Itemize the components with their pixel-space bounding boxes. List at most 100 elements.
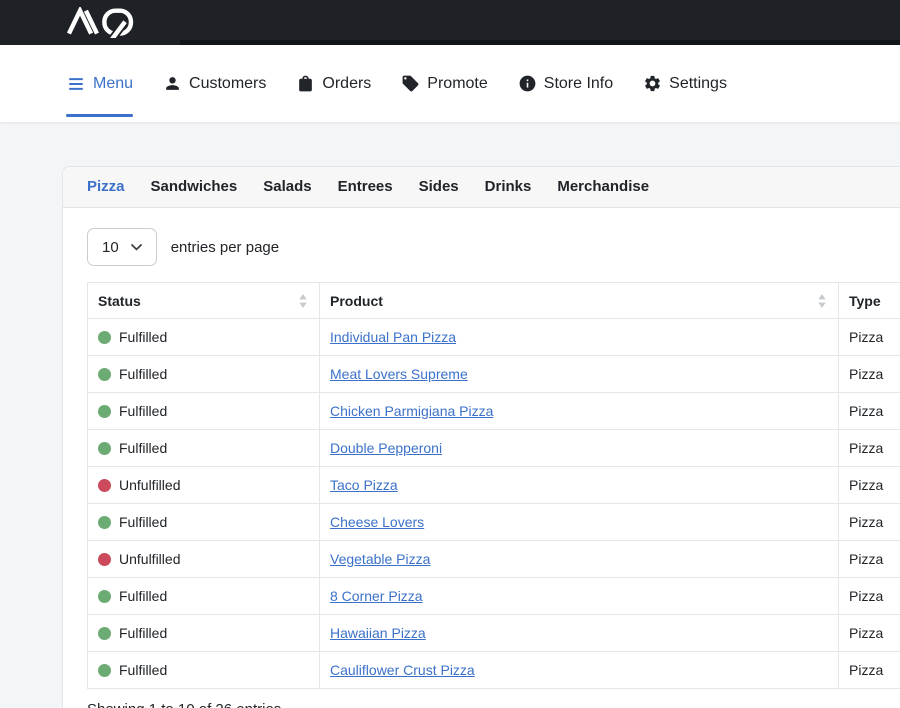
main-nav: Menu Customers Orders Promote Store Info… xyxy=(0,45,900,122)
product-link[interactable]: Chicken Parmigiana Pizza xyxy=(330,403,493,419)
type-cell: Pizza xyxy=(839,541,900,578)
status-label: Fulfilled xyxy=(119,366,167,382)
product-link[interactable]: Taco Pizza xyxy=(330,477,398,493)
column-header-status[interactable]: Status xyxy=(88,283,320,319)
tab-drinks[interactable]: Drinks xyxy=(485,177,532,197)
tab-salads[interactable]: Salads xyxy=(263,177,311,197)
status-label: Fulfilled xyxy=(119,662,167,678)
entries-per-page-select[interactable]: 10 xyxy=(87,228,157,266)
column-header-label: Product xyxy=(330,293,383,309)
product-link[interactable]: Cauliflower Crust Pizza xyxy=(330,662,475,678)
product-link[interactable]: 8 Corner Pizza xyxy=(330,588,423,604)
column-header-product[interactable]: Product xyxy=(320,283,839,319)
status-label: Fulfilled xyxy=(119,403,167,419)
nav-item-label: Settings xyxy=(669,75,727,93)
table-row: Fulfilled Meat Lovers Supreme Pizza xyxy=(88,356,900,393)
status-label: Fulfilled xyxy=(119,329,167,345)
status-label: Unfulfilled xyxy=(119,551,180,567)
nav-item-label: Orders xyxy=(322,75,371,93)
type-cell: Pizza xyxy=(839,652,900,689)
status-label: Unfulfilled xyxy=(119,477,180,493)
entries-row: 10 entries per page xyxy=(87,228,900,266)
table-row: Fulfilled 8 Corner Pizza Pizza xyxy=(88,578,900,615)
status-dot-icon xyxy=(98,664,111,677)
column-header-label: Type xyxy=(849,293,881,309)
type-cell: Pizza xyxy=(839,356,900,393)
table-row: Fulfilled Cauliflower Crust Pizza Pizza xyxy=(88,652,900,689)
bag-icon xyxy=(296,74,315,93)
column-header-label: Status xyxy=(98,293,141,309)
tab-sandwiches[interactable]: Sandwiches xyxy=(151,177,238,197)
status-dot-icon xyxy=(98,590,111,603)
status-label: Fulfilled xyxy=(119,625,167,641)
entries-per-page-label: entries per page xyxy=(171,239,279,256)
column-header-type[interactable]: Type xyxy=(839,283,900,319)
product-link[interactable]: Double Pepperoni xyxy=(330,440,442,456)
product-link[interactable]: Individual Pan Pizza xyxy=(330,329,456,345)
status-dot-icon xyxy=(98,479,111,492)
brand-logo-icon xyxy=(66,7,143,38)
type-cell: Pizza xyxy=(839,504,900,541)
type-cell: Pizza xyxy=(839,578,900,615)
menu-icon xyxy=(66,75,86,93)
products-table: Status Product Type Fulfilled Individual… xyxy=(87,282,900,689)
product-link[interactable]: Hawaiian Pizza xyxy=(330,625,426,641)
sort-arrows-icon xyxy=(818,294,826,308)
status-dot-icon xyxy=(98,331,111,344)
table-row: Fulfilled Double Pepperoni Pizza xyxy=(88,430,900,467)
sort-arrows-icon xyxy=(299,294,307,308)
nav-items: Menu Customers Orders Promote Store Info… xyxy=(66,45,727,122)
type-cell: Pizza xyxy=(839,319,900,356)
table-row: Fulfilled Cheese Lovers Pizza xyxy=(88,504,900,541)
nav-item-label: Customers xyxy=(189,75,266,93)
brand-logo xyxy=(66,0,143,45)
tag-icon xyxy=(401,74,420,93)
nav-item-menu[interactable]: Menu xyxy=(66,45,133,122)
table-row: Fulfilled Individual Pan Pizza Pizza xyxy=(88,319,900,356)
nav-item-settings[interactable]: Settings xyxy=(643,45,727,122)
nav-item-customers[interactable]: Customers xyxy=(163,45,266,122)
category-tab-bar: Pizza Sandwiches Salads Entrees Sides Drinks M… xyxy=(63,167,900,208)
info-icon xyxy=(518,74,537,93)
chevron-down-icon xyxy=(131,244,142,251)
status-dot-icon xyxy=(98,405,111,418)
nav-item-label: Store Info xyxy=(544,75,613,93)
table-summary: Showing 1 to 10 of 26 entries xyxy=(87,701,900,708)
tab-pizza[interactable]: Pizza xyxy=(87,177,125,197)
type-cell: Pizza xyxy=(839,615,900,652)
status-label: Fulfilled xyxy=(119,514,167,530)
status-dot-icon xyxy=(98,627,111,640)
status-label: Fulfilled xyxy=(119,588,167,604)
table-row: Fulfilled Chicken Parmigiana Pizza Pizza xyxy=(88,393,900,430)
nav-item-label: Menu xyxy=(93,75,133,93)
tab-sides[interactable]: Sides xyxy=(419,177,459,197)
status-dot-icon xyxy=(98,442,111,455)
nav-item-store-info[interactable]: Store Info xyxy=(518,45,613,122)
person-icon xyxy=(163,74,182,93)
product-link[interactable]: Vegetable Pizza xyxy=(330,551,430,567)
nav-item-label: Promote xyxy=(427,75,487,93)
status-dot-icon xyxy=(98,553,111,566)
page-content: Pizza Sandwiches Salads Entrees Sides Drinks M… xyxy=(0,122,900,708)
status-dot-icon xyxy=(98,516,111,529)
product-link[interactable]: Cheese Lovers xyxy=(330,514,424,530)
product-link[interactable]: Meat Lovers Supreme xyxy=(330,366,468,382)
nav-item-orders[interactable]: Orders xyxy=(296,45,371,122)
menu-card-body: 10 entries per page Status Product Type xyxy=(63,208,900,708)
menu-card: Pizza Sandwiches Salads Entrees Sides Drinks M… xyxy=(62,166,900,708)
nav-item-promote[interactable]: Promote xyxy=(401,45,487,122)
type-cell: Pizza xyxy=(839,393,900,430)
category-tabs: Pizza Sandwiches Salads Entrees Sides Drinks M… xyxy=(87,177,900,197)
table-row: Unfulfilled Vegetable Pizza Pizza xyxy=(88,541,900,578)
table-row: Unfulfilled Taco Pizza Pizza xyxy=(88,467,900,504)
status-dot-icon xyxy=(98,368,111,381)
entries-select-value: 10 xyxy=(102,239,119,256)
table-row: Fulfilled Hawaiian Pizza Pizza xyxy=(88,615,900,652)
type-cell: Pizza xyxy=(839,467,900,504)
tab-entrees[interactable]: Entrees xyxy=(338,177,393,197)
status-label: Fulfilled xyxy=(119,440,167,456)
tab-merchandise[interactable]: Merchandise xyxy=(557,177,649,197)
type-cell: Pizza xyxy=(839,430,900,467)
topbar xyxy=(0,0,900,45)
gear-icon xyxy=(643,74,662,93)
